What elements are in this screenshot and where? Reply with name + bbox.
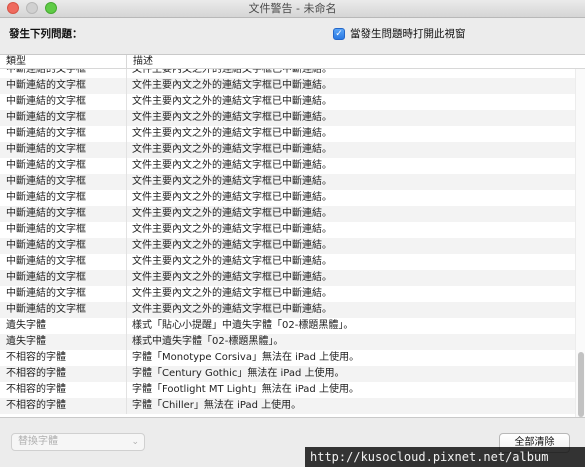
- cell-description: 文件主要內文之外的連結文字框已中斷連結。: [132, 304, 332, 315]
- table-row[interactable]: 中斷連結的文字框 文件主要內文之外的連結文字框已中斷連結。: [0, 126, 575, 142]
- replace-font-select[interactable]: 替換字體 ⌄: [11, 433, 145, 451]
- cell-type: 中斷連結的文字框: [0, 238, 127, 254]
- table-row[interactable]: 中斷連結的文字框 文件主要內文之外的連結文字框已中斷連結。: [0, 254, 575, 270]
- cell-description: 文件主要內文之外的連結文字框已中斷連結。: [132, 224, 332, 235]
- cell-description: 字體「Footlight MT Light」無法在 iPad 上使用。: [132, 384, 359, 395]
- cell-type: 中斷連結的文字框: [0, 174, 127, 190]
- cell-type: 中斷連結的文字框: [0, 222, 127, 238]
- column-header-type[interactable]: 類型: [0, 55, 127, 68]
- cell-description: 文件主要內文之外的連結文字框已中斷連結。: [132, 80, 332, 91]
- window-title: 文件警告 - 未命名: [248, 2, 337, 15]
- cell-description: 字體「Century Gothic」無法在 iPad 上使用。: [132, 368, 345, 379]
- replace-font-label: 替換字體: [18, 436, 58, 447]
- cell-type: 不相容的字體: [0, 398, 127, 414]
- cell-type: 遺失字體: [0, 334, 127, 350]
- issues-table: 類型 描述 中斷連結的文字框 文件主要內文之外的連結文字框已中斷連結。 中斷連結的文…: [0, 54, 585, 418]
- table-row[interactable]: 不相容的字體 字體「Chiller」無法在 iPad 上使用。: [0, 398, 575, 414]
- table-row[interactable]: 中斷連結的文字框 文件主要內文之外的連結文字框已中斷連結。: [0, 174, 575, 190]
- cell-description: 文件主要內文之外的連結文字框已中斷連結。: [132, 272, 332, 283]
- cell-description: 文件主要內文之外的連結文字框已中斷連結。: [132, 288, 332, 299]
- table-row[interactable]: 中斷連結的文字框 文件主要內文之外的連結文字框已中斷連結。: [0, 190, 575, 206]
- cell-type: 中斷連結的文字框: [0, 110, 127, 126]
- table-row[interactable]: 遺失字體 樣式中遺失字體「02-標題黑體」。: [0, 334, 575, 350]
- cell-description: 文件主要內文之外的連結文字框已中斷連結。: [132, 96, 332, 107]
- table-header: 類型 描述: [0, 55, 585, 69]
- cell-type: 中斷連結的文字框: [0, 142, 127, 158]
- table-row[interactable]: 中斷連結的文字框 文件主要內文之外的連結文字框已中斷連結。: [0, 206, 575, 222]
- cell-type: 不相容的字體: [0, 366, 127, 382]
- vertical-scrollbar[interactable]: [575, 69, 585, 417]
- table-row[interactable]: 中斷連結的文字框 文件主要內文之外的連結文字框已中斷連結。: [0, 222, 575, 238]
- cell-type: 中斷連結的文字框: [0, 254, 127, 270]
- cell-description: 文件主要內文之外的連結文字框已中斷連結。: [132, 240, 332, 251]
- watermark: http://kusocloud.pixnet.net/album: [305, 447, 585, 467]
- cell-type: 遺失字體: [0, 318, 127, 334]
- issues-heading: 發生下列問題：: [9, 28, 83, 40]
- cell-type: 中斷連結的文字框: [0, 206, 127, 222]
- table-row[interactable]: 中斷連結的文字框 文件主要內文之外的連結文字框已中斷連結。: [0, 94, 575, 110]
- open-on-issues-option[interactable]: ✓ 當發生問題時打開此視窗: [333, 26, 466, 41]
- cell-description: 文件主要內文之外的連結文字框已中斷連結。: [132, 112, 332, 123]
- cell-type: 中斷連結的文字框: [0, 78, 127, 94]
- cell-description: 字體「Monotype Corsiva」無法在 iPad 上使用。: [132, 352, 360, 363]
- table-row[interactable]: 中斷連結的文字框 文件主要內文之外的連結文字框已中斷連結。: [0, 110, 575, 126]
- table-rows: 中斷連結的文字框 文件主要內文之外的連結文字框已中斷連結。 中斷連結的文字框 文件主要…: [0, 69, 575, 414]
- table-row[interactable]: 中斷連結的文字框 文件主要內文之外的連結文字框已中斷連結。: [0, 78, 575, 94]
- cell-type: 中斷連結的文字框: [0, 286, 127, 302]
- cell-description: 文件主要內文之外的連結文字框已中斷連結。: [132, 176, 332, 187]
- table-row[interactable]: 遺失字體 樣式「貼心小提醒」中遺失字體「02-標題黑體」。: [0, 318, 575, 334]
- table-body: 中斷連結的文字框 文件主要內文之外的連結文字框已中斷連結。 中斷連結的文字框 文件主要…: [0, 69, 575, 417]
- cell-description: 字體「Chiller」無法在 iPad 上使用。: [132, 400, 302, 411]
- open-on-issues-checkbox[interactable]: ✓: [333, 27, 345, 40]
- table-row[interactable]: 不相容的字體 字體「Footlight MT Light」無法在 iPad 上使用…: [0, 382, 575, 398]
- cell-description: 文件主要內文之外的連結文字框已中斷連結。: [132, 160, 332, 171]
- checkmark-icon: ✓: [335, 28, 343, 39]
- table-row[interactable]: 中斷連結的文字框 文件主要內文之外的連結文字框已中斷連結。: [0, 142, 575, 158]
- title-bar: 文件警告 - 未命名: [0, 0, 585, 18]
- table-row[interactable]: 不相容的字體 字體「Monotype Corsiva」無法在 iPad 上使用。: [0, 350, 575, 366]
- table-row[interactable]: 不相容的字體 字體「Century Gothic」無法在 iPad 上使用。: [0, 366, 575, 382]
- cell-description: 文件主要內文之外的連結文字框已中斷連結。: [132, 208, 332, 219]
- cell-description: 樣式「貼心小提醒」中遺失字體「02-標題黑體」。: [132, 320, 354, 331]
- open-on-issues-label[interactable]: 當發生問題時打開此視窗: [350, 26, 466, 41]
- cell-description: 文件主要內文之外的連結文字框已中斷連結。: [132, 256, 332, 267]
- cell-description: 文件主要內文之外的連結文字框已中斷連結。: [132, 192, 332, 203]
- cell-description: 文件主要內文之外的連結文字框已中斷連結。: [132, 69, 332, 75]
- table-row[interactable]: 中斷連結的文字框 文件主要內文之外的連結文字框已中斷連結。: [0, 286, 575, 302]
- table-row[interactable]: 中斷連結的文字框 文件主要內文之外的連結文字框已中斷連結。: [0, 270, 575, 286]
- cell-type: 中斷連結的文字框: [0, 190, 127, 206]
- table-row[interactable]: 中斷連結的文字框 文件主要內文之外的連結文字框已中斷連結。: [0, 69, 575, 78]
- cell-description: 文件主要內文之外的連結文字框已中斷連結。: [132, 128, 332, 139]
- table-row[interactable]: 中斷連結的文字框 文件主要內文之外的連結文字框已中斷連結。: [0, 302, 575, 318]
- chevron-down-icon: ⌄: [131, 437, 139, 447]
- cell-type: 中斷連結的文字框: [0, 94, 127, 110]
- cell-type: 中斷連結的文字框: [0, 126, 127, 142]
- cell-type: 中斷連結的文字框: [0, 302, 127, 318]
- table-row[interactable]: 中斷連結的文字框 文件主要內文之外的連結文字框已中斷連結。: [0, 238, 575, 254]
- cell-type: 不相容的字體: [0, 350, 127, 366]
- cell-description: 樣式中遺失字體「02-標題黑體」。: [132, 336, 284, 347]
- cell-type: 不相容的字體: [0, 382, 127, 398]
- cell-type: 中斷連結的文字框: [0, 270, 127, 286]
- cell-type: 中斷連結的文字框: [0, 69, 127, 78]
- table-row[interactable]: 中斷連結的文字框 文件主要內文之外的連結文字框已中斷連結。: [0, 158, 575, 174]
- cell-description: 文件主要內文之外的連結文字框已中斷連結。: [132, 144, 332, 155]
- scroll-thumb[interactable]: [578, 352, 584, 417]
- column-header-description[interactable]: 描述: [127, 55, 585, 68]
- cell-type: 中斷連結的文字框: [0, 158, 127, 174]
